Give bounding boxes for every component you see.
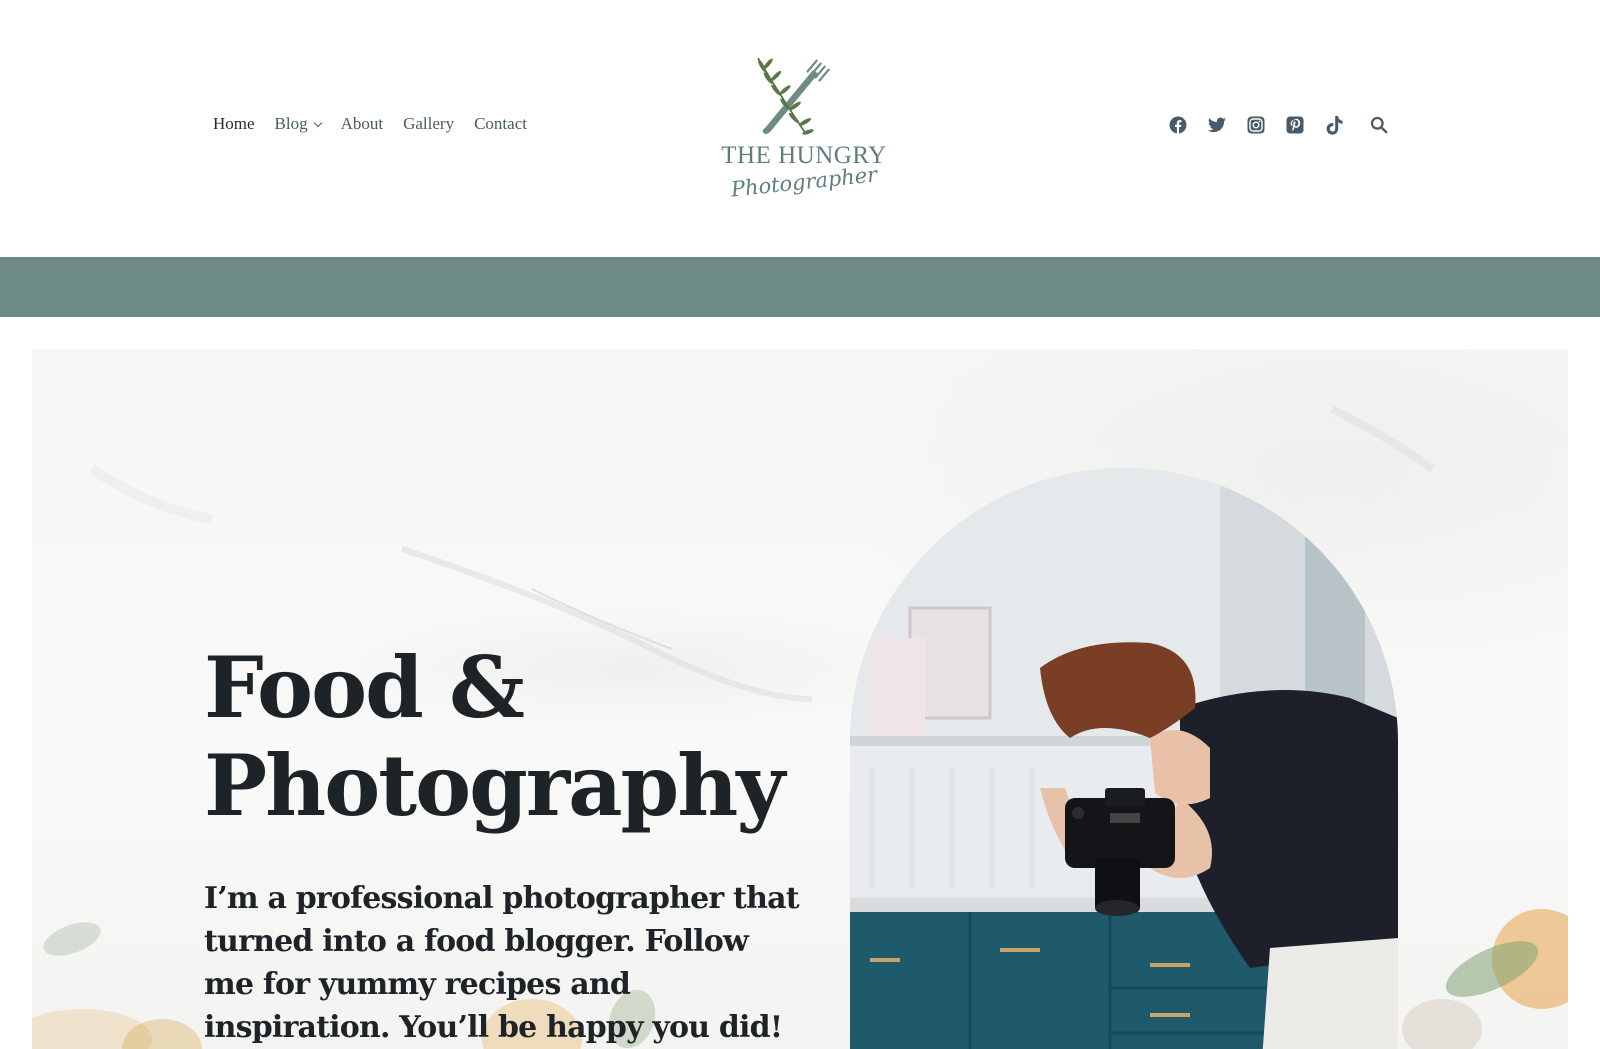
nav-gallery[interactable]: Gallery: [403, 114, 454, 134]
tiktok-icon[interactable]: [1323, 114, 1345, 136]
hero-title-line2: Photography: [204, 736, 785, 835]
social-links: [1167, 114, 1390, 136]
hero-photo: [850, 468, 1398, 1049]
main-navigation: Home Blog About Gallery Contact: [213, 114, 547, 134]
pinterest-icon[interactable]: [1284, 114, 1306, 136]
nav-home[interactable]: Home: [213, 114, 255, 134]
hero-section: Food & Photography I’m a professional ph…: [32, 349, 1568, 1049]
instagram-icon[interactable]: [1245, 114, 1267, 136]
chevron-down-icon: [313, 118, 322, 127]
nav-blog-label: Blog: [274, 114, 308, 133]
photographer-image: [850, 468, 1398, 1049]
twitter-icon[interactable]: [1206, 114, 1228, 136]
crossed-fork-rosemary-icon: [757, 57, 831, 135]
facebook-icon[interactable]: [1167, 114, 1189, 136]
hero-title-line1: Food &: [204, 638, 525, 737]
hero-intro-text: I’m a professional photographer that tur…: [204, 881, 800, 1045]
nav-blog[interactable]: Blog: [274, 114, 322, 134]
site-header: Home Blog About Gallery Contact THE HUNG…: [0, 0, 1600, 257]
accent-band: [0, 257, 1600, 317]
nav-about[interactable]: About: [341, 114, 384, 134]
nav-contact[interactable]: Contact: [474, 114, 527, 134]
hero-title: Food & Photography: [204, 639, 804, 835]
search-icon[interactable]: [1368, 114, 1390, 136]
site-logo[interactable]: THE HUNGRY Photographer: [718, 52, 890, 222]
